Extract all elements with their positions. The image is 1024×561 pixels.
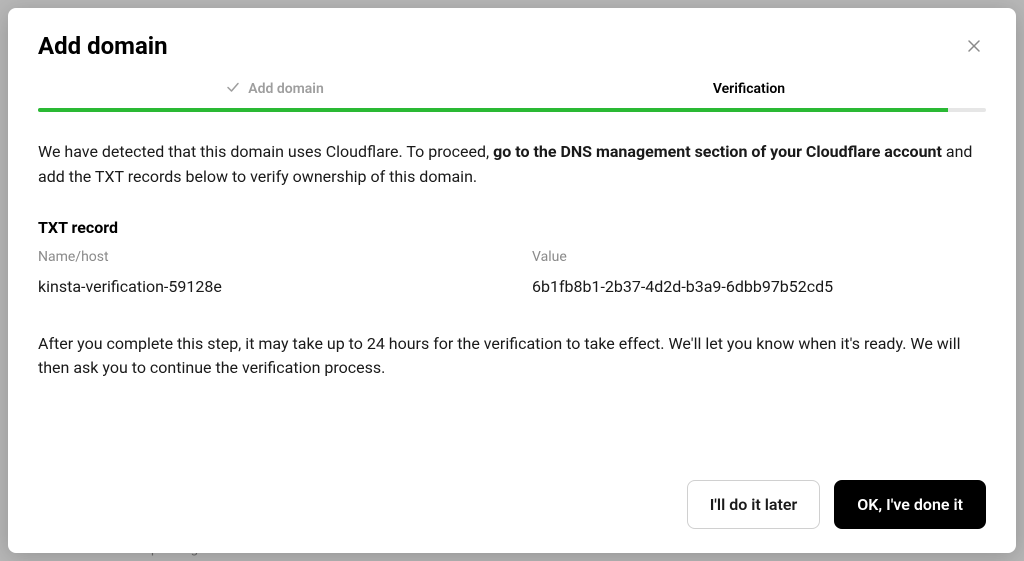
steps-bar: Add domain Verification — [8, 80, 1016, 112]
done-button[interactable]: OK, I've done it — [834, 480, 986, 529]
modal-footer: I'll do it later OK, I've done it — [8, 462, 1016, 553]
txt-record-row: Name/host kinsta-verification-59128e Val… — [38, 249, 986, 296]
close-icon — [966, 38, 982, 54]
step-label: Add domain — [248, 81, 324, 97]
do-later-button[interactable]: I'll do it later — [687, 480, 821, 529]
name-host-label: Name/host — [38, 249, 492, 265]
txt-record-heading: TXT record — [38, 218, 986, 237]
steps-list: Add domain Verification — [38, 80, 986, 108]
value-label: Value — [532, 249, 986, 265]
step-label: Verification — [713, 81, 785, 97]
after-instructions-text: After you complete this step, it may tak… — [38, 332, 986, 382]
modal-header: Add domain — [8, 8, 1016, 80]
intro-prefix: We have detected that this domain uses C… — [38, 142, 493, 161]
modal-body: We have detected that this domain uses C… — [8, 112, 1016, 462]
name-host-column: Name/host kinsta-verification-59128e — [38, 249, 492, 296]
step-add-domain: Add domain — [38, 80, 512, 108]
close-button[interactable] — [962, 34, 986, 58]
intro-text: We have detected that this domain uses C… — [38, 140, 986, 190]
modal-title: Add domain — [38, 32, 168, 60]
value-column: Value 6b1fb8b1-2b37-4d2d-b3a9-6dbb97b52c… — [532, 249, 986, 296]
add-domain-modal: Add domain Add domain Verification — [8, 8, 1016, 553]
check-icon — [226, 80, 240, 98]
value-value: 6b1fb8b1-2b37-4d2d-b3a9-6dbb97b52cd5 — [532, 277, 986, 296]
name-host-value: kinsta-verification-59128e — [38, 277, 492, 296]
step-verification: Verification — [512, 80, 986, 108]
intro-bold: go to the DNS management section of your… — [493, 142, 942, 161]
